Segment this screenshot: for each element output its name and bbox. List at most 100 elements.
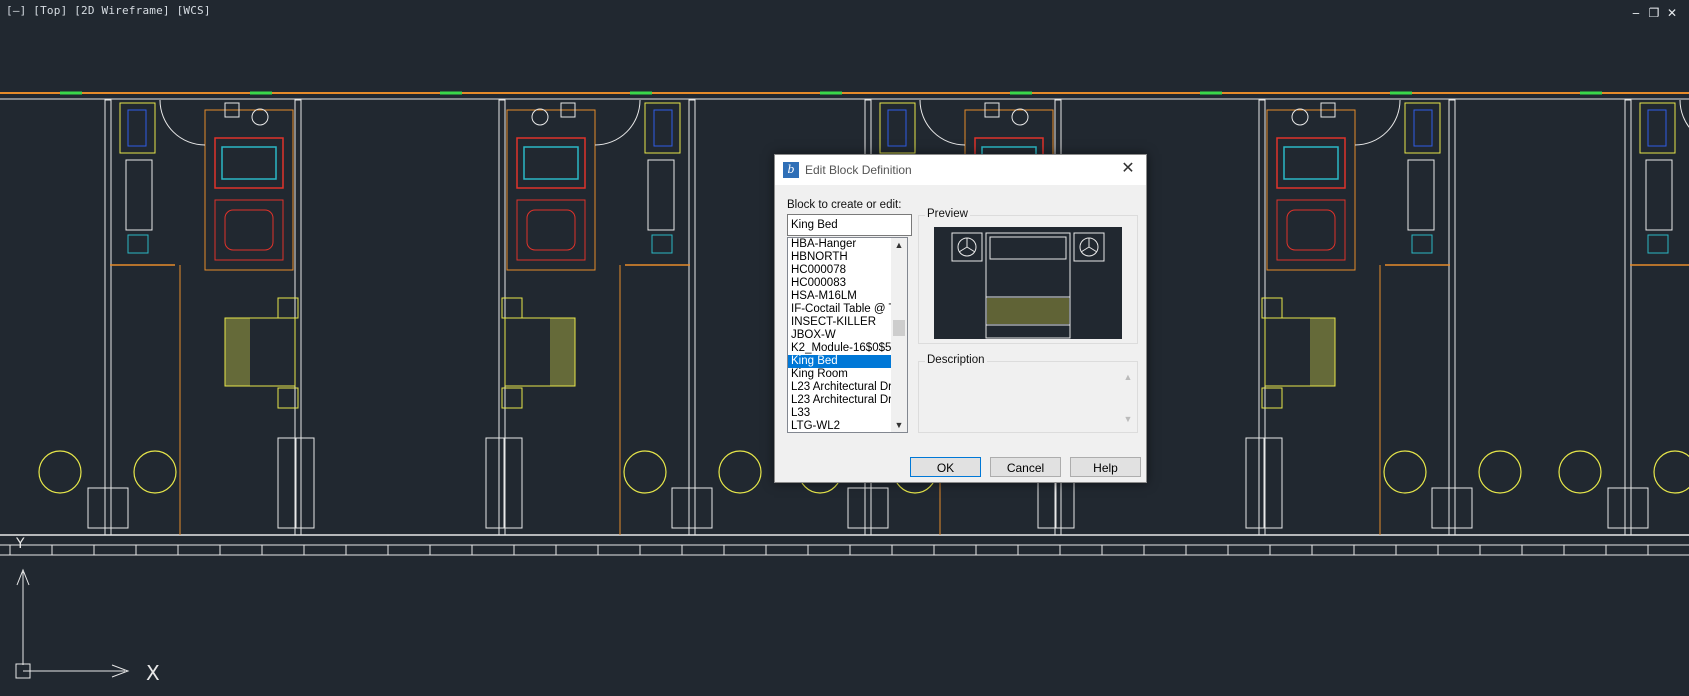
bathtub bbox=[214, 137, 284, 189]
door-swing bbox=[159, 99, 206, 146]
dialog-title: Edit Block Definition bbox=[805, 163, 912, 177]
bathtub-inner bbox=[221, 146, 277, 180]
side-table bbox=[1431, 487, 1473, 529]
toilet bbox=[1291, 108, 1309, 126]
door-swing bbox=[594, 99, 641, 146]
toilet bbox=[1011, 108, 1029, 126]
lounge-chair bbox=[718, 450, 762, 494]
bathroom-outline bbox=[1266, 109, 1356, 271]
block-name-input[interactable] bbox=[787, 214, 912, 236]
list-item[interactable]: King Room bbox=[788, 368, 892, 381]
sink bbox=[526, 209, 576, 251]
block-list-scrollbar[interactable]: ▲ ▼ bbox=[891, 238, 907, 432]
safe bbox=[127, 234, 149, 254]
room-module bbox=[1558, 99, 1689, 536]
scroll-up-icon: ▲ bbox=[1123, 372, 1133, 382]
bathtub bbox=[1276, 137, 1346, 189]
list-item[interactable]: L23 Architectural Dra bbox=[788, 394, 892, 407]
ok-button[interactable]: OK bbox=[910, 457, 981, 477]
list-item[interactable]: JBOX-W bbox=[788, 329, 892, 342]
room-module bbox=[38, 99, 315, 536]
dialog-close-icon[interactable]: ✕ bbox=[1118, 159, 1138, 179]
lounge-chair bbox=[133, 450, 177, 494]
lounge-chair bbox=[1558, 450, 1602, 494]
toilet bbox=[531, 108, 549, 126]
bathtub bbox=[516, 137, 586, 189]
preview-label: Preview bbox=[925, 208, 970, 220]
closet-inner bbox=[653, 109, 673, 147]
door-swing bbox=[919, 99, 966, 146]
list-item[interactable]: LTG-WL2 bbox=[788, 420, 892, 432]
lounge-chair bbox=[1383, 450, 1427, 494]
viewport-controls-label[interactable]: [—] [Top] [2D Wireframe] [WCS] bbox=[6, 4, 211, 17]
list-item[interactable]: L33 bbox=[788, 407, 892, 420]
bed-runner bbox=[1310, 318, 1335, 386]
dialog-title-bar[interactable]: b Edit Block Definition ✕ bbox=[775, 155, 1146, 185]
list-item[interactable]: L23 Architectural Dra bbox=[788, 381, 892, 394]
lounge-chair bbox=[1653, 450, 1689, 494]
close-icon[interactable]: ✕ bbox=[1665, 6, 1679, 20]
list-item[interactable]: HBNORTH bbox=[788, 251, 892, 264]
scroll-up-icon[interactable]: ▲ bbox=[891, 238, 907, 252]
ucs-x-label: X bbox=[146, 661, 160, 685]
bathroom-outline bbox=[506, 109, 596, 271]
lounge-chair bbox=[1478, 450, 1522, 494]
closet-inner bbox=[1647, 109, 1667, 147]
description-label: Description bbox=[925, 354, 987, 366]
edit-block-definition-dialog: b Edit Block Definition ✕ Block to creat… bbox=[774, 154, 1147, 483]
bed-runner bbox=[225, 318, 250, 386]
minimize-icon[interactable]: ‒ bbox=[1629, 6, 1643, 20]
wardrobe bbox=[1645, 159, 1673, 231]
room-module bbox=[485, 99, 762, 536]
side-table bbox=[847, 487, 889, 529]
cancel-button[interactable]: Cancel bbox=[990, 457, 1061, 477]
party-wall bbox=[1624, 99, 1632, 536]
wardrobe bbox=[647, 159, 675, 231]
preview-group: Preview bbox=[918, 208, 1138, 344]
list-item[interactable]: IF-Coctail Table @ T bbox=[788, 303, 892, 316]
list-item[interactable]: HC000078 bbox=[788, 264, 892, 277]
wardrobe bbox=[125, 159, 153, 231]
door-swing bbox=[1679, 99, 1689, 128]
list-item-selected[interactable]: King Bed bbox=[788, 355, 892, 368]
list-item[interactable]: INSECT-KILLER bbox=[788, 316, 892, 329]
description-text[interactable] bbox=[922, 370, 1111, 426]
scroll-down-icon: ▼ bbox=[1123, 414, 1133, 424]
king-bed-preview-icon bbox=[951, 232, 1105, 339]
closet-inner bbox=[127, 109, 147, 147]
toilet bbox=[251, 108, 269, 126]
ucs-y-label: Y bbox=[15, 536, 25, 552]
block-preview bbox=[934, 227, 1122, 339]
side-table bbox=[1607, 487, 1649, 529]
bathtub-inner bbox=[1283, 146, 1339, 180]
safe bbox=[1411, 234, 1433, 254]
restore-icon[interactable]: ❐ bbox=[1647, 6, 1661, 20]
block-list[interactable]: HBA-Hanger HBNORTH HC000078 HC000083 HSA… bbox=[787, 237, 908, 433]
safe bbox=[651, 234, 673, 254]
side-table bbox=[671, 487, 713, 529]
help-button[interactable]: Help bbox=[1070, 457, 1141, 477]
party-wall bbox=[104, 99, 112, 536]
list-item[interactable]: K2_Module-16$0$54 bbox=[788, 342, 892, 355]
scroll-down-icon[interactable]: ▼ bbox=[891, 418, 907, 432]
party-wall bbox=[688, 99, 696, 536]
block-name-label: Block to create or edit: bbox=[787, 199, 902, 211]
description-scrollbar: ▲ ▼ bbox=[1121, 370, 1135, 426]
list-item[interactable]: HSA-M16LM bbox=[788, 290, 892, 303]
wardrobe bbox=[1407, 159, 1435, 231]
bed-runner bbox=[550, 318, 575, 386]
closet-inner bbox=[887, 109, 907, 147]
autocad-block-icon: b bbox=[783, 162, 799, 178]
bathtub-inner bbox=[523, 146, 579, 180]
lounge-chair bbox=[623, 450, 667, 494]
list-item[interactable]: HBA-Hanger bbox=[788, 238, 892, 251]
room-module bbox=[1245, 99, 1522, 536]
scroll-thumb[interactable] bbox=[893, 320, 905, 336]
viewport-window-controls: ‒ ❐ ✕ bbox=[1629, 6, 1679, 20]
party-wall bbox=[1448, 99, 1456, 536]
closet-inner bbox=[1413, 109, 1433, 147]
list-item[interactable]: HC000083 bbox=[788, 277, 892, 290]
safe bbox=[1647, 234, 1669, 254]
lounge-chair bbox=[38, 450, 82, 494]
description-group: Description ▲ ▼ bbox=[918, 354, 1138, 433]
